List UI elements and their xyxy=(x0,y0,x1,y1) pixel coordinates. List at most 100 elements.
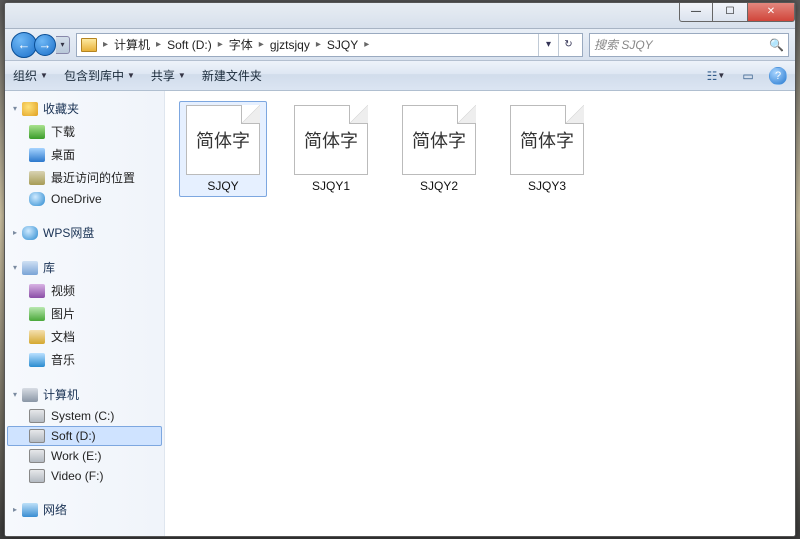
favorites-icon xyxy=(22,102,38,116)
drive-icon xyxy=(29,449,45,463)
sidebar-item-label: 视频 xyxy=(51,282,75,299)
breadcrumb-item[interactable]: SJQY xyxy=(327,38,358,52)
computer-group: ▾ 计算机 System (C:) Soft (D:) Work (E:) Vi… xyxy=(7,383,162,486)
search-icon[interactable]: 🔍 xyxy=(769,38,784,52)
libraries-header[interactable]: ▾ 库 xyxy=(7,256,162,279)
favorites-label: 收藏夹 xyxy=(43,100,79,117)
chevron-down-icon: ▼ xyxy=(40,71,48,80)
sidebar-item-videos[interactable]: 视频 xyxy=(7,279,162,302)
forward-button[interactable]: → xyxy=(34,34,56,56)
breadcrumb-item[interactable]: gjztsjqy xyxy=(270,38,310,52)
explorer-body: ▾ 收藏夹 下载 桌面 最近访问的位置 OneDrive ▸ WPS网盘 ▾ xyxy=(5,91,795,536)
file-name: SJQY xyxy=(207,179,238,193)
libraries-label: 库 xyxy=(43,259,55,276)
sidebar-item-documents[interactable]: 文档 xyxy=(7,325,162,348)
breadcrumb-item[interactable]: 字体 xyxy=(229,36,253,53)
search-placeholder: 搜索 SJQY xyxy=(594,36,653,53)
wps-label: WPS网盘 xyxy=(43,224,94,241)
new-folder-button[interactable]: 新建文件夹 xyxy=(202,67,262,84)
view-options-button[interactable]: ☷ ▼ xyxy=(705,66,727,86)
window-titlebar[interactable]: — ☐ ✕ xyxy=(5,3,795,29)
sidebar-item-drive-e[interactable]: Work (E:) xyxy=(7,446,162,466)
expand-icon: ▾ xyxy=(13,390,17,399)
sidebar-item-label: 桌面 xyxy=(51,146,75,163)
computer-header[interactable]: ▾ 计算机 xyxy=(7,383,162,406)
nav-history-dropdown[interactable]: ▾ xyxy=(56,36,70,54)
sidebar-item-drive-c[interactable]: System (C:) xyxy=(7,406,162,426)
downloads-icon xyxy=(29,125,45,139)
navigation-bar: ← → ▾ ▸ 计算机 ▸ Soft (D:) ▸ 字体 ▸ gjztsjqy … xyxy=(5,29,795,61)
navigation-pane[interactable]: ▾ 收藏夹 下载 桌面 最近访问的位置 OneDrive ▸ WPS网盘 ▾ xyxy=(5,91,165,536)
sidebar-item-label: Soft (D:) xyxy=(51,429,96,443)
music-icon xyxy=(29,353,45,367)
file-list[interactable]: 简体字 SJQY 简体字 SJQY1 简体字 SJQY2 简体字 SJQY3 xyxy=(165,91,795,536)
sidebar-item-drive-d[interactable]: Soft (D:) xyxy=(7,426,162,446)
file-name: SJQY1 xyxy=(312,179,350,193)
include-label: 包含到库中 xyxy=(64,67,124,84)
font-file-icon: 简体字 xyxy=(510,105,584,175)
minimize-button[interactable]: — xyxy=(679,2,713,22)
drive-icon xyxy=(29,409,45,423)
favorites-header[interactable]: ▾ 收藏夹 xyxy=(7,97,162,120)
breadcrumb-item[interactable]: 计算机 xyxy=(114,36,150,53)
sidebar-item-music[interactable]: 音乐 xyxy=(7,348,162,371)
file-item[interactable]: 简体字 SJQY2 xyxy=(395,101,483,197)
organize-menu[interactable]: 组织 ▼ xyxy=(13,67,48,84)
sidebar-item-label: 最近访问的位置 xyxy=(51,169,135,186)
sidebar-item-downloads[interactable]: 下载 xyxy=(7,120,162,143)
breadcrumb-item[interactable]: Soft (D:) xyxy=(167,38,212,52)
onedrive-icon xyxy=(29,192,45,206)
pictures-icon xyxy=(29,307,45,321)
sidebar-item-label: System (C:) xyxy=(51,409,114,423)
maximize-button[interactable]: ☐ xyxy=(713,2,747,22)
help-button[interactable]: ? xyxy=(769,67,787,85)
sidebar-item-label: OneDrive xyxy=(51,192,102,206)
include-in-library-menu[interactable]: 包含到库中 ▼ xyxy=(64,67,135,84)
sidebar-item-label: 文档 xyxy=(51,328,75,345)
share-menu[interactable]: 共享 ▼ xyxy=(151,67,186,84)
expand-icon: ▸ xyxy=(13,505,17,514)
search-input[interactable]: 搜索 SJQY 🔍 xyxy=(589,33,789,57)
file-name: SJQY3 xyxy=(528,179,566,193)
file-item[interactable]: 简体字 SJQY3 xyxy=(503,101,591,197)
preview-pane-button[interactable]: ▭ xyxy=(737,66,759,86)
sidebar-item-recent[interactable]: 最近访问的位置 xyxy=(7,166,162,189)
refresh-button[interactable]: ↻ xyxy=(558,34,578,56)
explorer-window: — ☐ ✕ ← → ▾ ▸ 计算机 ▸ Soft (D:) ▸ 字体 ▸ gjz… xyxy=(4,2,796,537)
file-name: SJQY2 xyxy=(420,179,458,193)
breadcrumb-sep-icon: ▸ xyxy=(257,39,266,50)
documents-icon xyxy=(29,330,45,344)
recent-icon xyxy=(29,171,45,185)
breadcrumb-sep-icon: ▸ xyxy=(216,39,225,50)
share-label: 共享 xyxy=(151,67,175,84)
sidebar-item-desktop[interactable]: 桌面 xyxy=(7,143,162,166)
network-header[interactable]: ▸ 网络 xyxy=(7,498,162,521)
close-button[interactable]: ✕ xyxy=(747,2,795,22)
nav-arrows: ← → ▾ xyxy=(11,32,70,58)
sidebar-item-onedrive[interactable]: OneDrive xyxy=(7,189,162,209)
wps-header[interactable]: ▸ WPS网盘 xyxy=(7,221,162,244)
sidebar-item-pictures[interactable]: 图片 xyxy=(7,302,162,325)
libraries-icon xyxy=(22,261,38,275)
address-bar[interactable]: ▸ 计算机 ▸ Soft (D:) ▸ 字体 ▸ gjztsjqy ▸ SJQY… xyxy=(76,33,583,57)
breadcrumb-sep-icon: ▸ xyxy=(314,39,323,50)
libraries-group: ▾ 库 视频 图片 文档 音乐 xyxy=(7,256,162,371)
network-group: ▸ 网络 xyxy=(7,498,162,521)
font-file-icon: 简体字 xyxy=(294,105,368,175)
address-dropdown[interactable]: ▾ xyxy=(538,34,558,56)
expand-icon: ▸ xyxy=(13,228,17,237)
favorites-group: ▾ 收藏夹 下载 桌面 最近访问的位置 OneDrive xyxy=(7,97,162,209)
font-file-icon: 简体字 xyxy=(186,105,260,175)
breadcrumb-sep-icon: ▸ xyxy=(362,39,371,50)
computer-icon xyxy=(22,388,38,402)
folder-icon xyxy=(81,38,97,52)
file-item[interactable]: 简体字 SJQY xyxy=(179,101,267,197)
file-item[interactable]: 简体字 SJQY1 xyxy=(287,101,375,197)
view-icon: ☷ xyxy=(707,69,718,83)
sidebar-item-drive-f[interactable]: Video (F:) xyxy=(7,466,162,486)
organize-label: 组织 xyxy=(13,67,37,84)
sidebar-item-label: 音乐 xyxy=(51,351,75,368)
sidebar-item-label: Video (F:) xyxy=(51,469,103,483)
expand-icon: ▾ xyxy=(13,263,17,272)
cloud-icon xyxy=(22,226,38,240)
